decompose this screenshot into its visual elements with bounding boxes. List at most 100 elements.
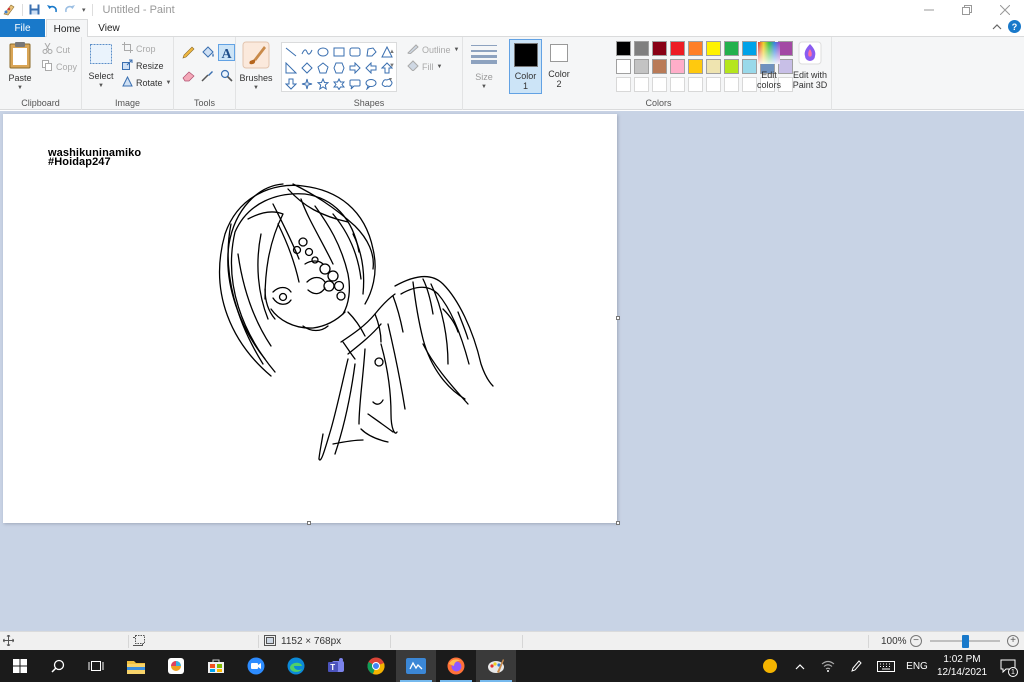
- tab-file[interactable]: File: [0, 19, 45, 37]
- language-indicator[interactable]: ENG: [902, 661, 932, 672]
- minimize-button[interactable]: [910, 0, 948, 19]
- palette-swatch[interactable]: [670, 41, 685, 56]
- custom-color-slot[interactable]: [670, 77, 685, 92]
- magnifier-icon[interactable]: [218, 67, 235, 84]
- palette-swatch[interactable]: [652, 41, 667, 56]
- custom-color-slot[interactable]: [724, 77, 739, 92]
- restore-button[interactable]: [948, 0, 986, 19]
- color-picker-icon[interactable]: [199, 67, 216, 84]
- notifications-button[interactable]: 1: [992, 659, 1024, 677]
- edit-colors-button[interactable]: Edit colors: [754, 41, 784, 90]
- help-icon[interactable]: ?: [1008, 20, 1021, 33]
- rotate-button[interactable]: Rotate ▼: [122, 75, 171, 89]
- taskbar-edge[interactable]: [276, 650, 316, 682]
- oval-callout-shape-icon[interactable]: [363, 76, 379, 92]
- cut-button[interactable]: Cut: [42, 42, 70, 56]
- diamond-shape-icon[interactable]: [299, 60, 315, 76]
- touch-keyboard-icon[interactable]: [870, 660, 902, 672]
- canvas-workspace[interactable]: washikuninamiko #Hoidap247: [0, 111, 1024, 631]
- drawing-canvas[interactable]: washikuninamiko #Hoidap247: [3, 114, 617, 523]
- right-triangle-shape-icon[interactable]: [283, 60, 299, 76]
- select-button[interactable]: Select ▼: [88, 43, 114, 91]
- custom-color-slot[interactable]: [634, 77, 649, 92]
- pen-icon[interactable]: [842, 659, 870, 673]
- palette-swatch[interactable]: [616, 59, 631, 74]
- pentagon-shape-icon[interactable]: [315, 60, 331, 76]
- start-button[interactable]: [0, 650, 40, 682]
- five-point-star-shape-icon[interactable]: [315, 76, 331, 92]
- left-arrow-shape-icon[interactable]: [363, 60, 379, 76]
- canvas-resize-handle-corner[interactable]: [616, 521, 620, 525]
- brushes-button[interactable]: Brushes ▼: [239, 41, 273, 93]
- six-point-star-shape-icon[interactable]: [331, 76, 347, 92]
- fill-button[interactable]: Fill ▼: [407, 60, 442, 73]
- copy-button[interactable]: Copy: [42, 60, 77, 73]
- polygon-shape-icon[interactable]: [363, 44, 379, 60]
- taskbar-teams[interactable]: T: [316, 650, 356, 682]
- taskbar-file-explorer[interactable]: [116, 650, 156, 682]
- tab-home[interactable]: Home: [46, 19, 88, 38]
- wifi-icon[interactable]: [814, 660, 842, 672]
- show-hidden-icons-chevron-icon[interactable]: [786, 663, 814, 670]
- save-icon[interactable]: [29, 4, 40, 15]
- shapes-scroll-down-icon[interactable]: ▼: [389, 59, 395, 73]
- undo-icon[interactable]: [46, 4, 58, 15]
- paint-app-icon[interactable]: [2, 3, 16, 17]
- shapes-expand-icon[interactable]: ▾: [389, 73, 395, 87]
- curve-shape-icon[interactable]: [299, 44, 315, 60]
- line-shape-icon[interactable]: [283, 44, 299, 60]
- pencil-icon[interactable]: [180, 44, 197, 61]
- custom-color-slot[interactable]: [616, 77, 631, 92]
- zoom-out-button[interactable]: −: [910, 635, 922, 647]
- text-tool-icon[interactable]: A: [218, 44, 235, 61]
- resize-button[interactable]: Resize: [122, 59, 164, 72]
- collapse-ribbon-chevron-icon[interactable]: [992, 21, 1002, 33]
- palette-swatch[interactable]: [706, 41, 721, 56]
- shapes-scroll-up-icon[interactable]: ▲: [389, 45, 395, 59]
- four-point-star-shape-icon[interactable]: [299, 76, 315, 92]
- search-button[interactable]: [38, 650, 78, 682]
- taskbar-paint[interactable]: [476, 650, 516, 682]
- palette-swatch[interactable]: [706, 59, 721, 74]
- zoom-in-button[interactable]: +: [1007, 635, 1019, 647]
- taskbar-app-notes[interactable]: [156, 650, 196, 682]
- weather-sun-icon[interactable]: [754, 658, 786, 674]
- fill-bucket-icon[interactable]: [199, 44, 216, 61]
- taskbar-firefox[interactable]: [436, 650, 476, 682]
- taskbar-chrome[interactable]: [356, 650, 396, 682]
- oval-shape-icon[interactable]: [315, 44, 331, 60]
- clock[interactable]: 1:02 PM 12/14/2021: [932, 653, 992, 679]
- size-button[interactable]: Size ▼: [469, 43, 499, 92]
- palette-swatch[interactable]: [724, 59, 739, 74]
- paste-button[interactable]: Paste ▼: [6, 41, 34, 93]
- custom-color-slot[interactable]: [652, 77, 667, 92]
- taskbar-zoom[interactable]: [236, 650, 276, 682]
- palette-swatch[interactable]: [724, 41, 739, 56]
- taskbar-active-app[interactable]: [396, 650, 436, 682]
- rounded-callout-shape-icon[interactable]: [347, 76, 363, 92]
- custom-color-slot[interactable]: [706, 77, 721, 92]
- palette-swatch[interactable]: [670, 59, 685, 74]
- palette-swatch[interactable]: [616, 41, 631, 56]
- taskbar-app-store[interactable]: [196, 650, 236, 682]
- tab-view[interactable]: View: [90, 19, 128, 37]
- palette-swatch[interactable]: [634, 41, 649, 56]
- crop-button[interactable]: Crop: [122, 42, 156, 55]
- task-view-button[interactable]: [76, 650, 116, 682]
- palette-swatch[interactable]: [652, 59, 667, 74]
- edit-with-paint3d-button[interactable]: Edit with Paint 3D: [790, 41, 830, 90]
- custom-color-slot[interactable]: [688, 77, 703, 92]
- redo-icon[interactable]: [64, 4, 76, 15]
- palette-swatch[interactable]: [688, 41, 703, 56]
- eraser-icon[interactable]: [180, 67, 197, 84]
- color2-button[interactable]: Color 2: [544, 39, 574, 89]
- right-arrow-shape-icon[interactable]: [347, 60, 363, 76]
- rounded-rectangle-shape-icon[interactable]: [347, 44, 363, 60]
- palette-swatch[interactable]: [634, 59, 649, 74]
- hexagon-shape-icon[interactable]: [331, 60, 347, 76]
- shapes-scroll[interactable]: ▲ ▼ ▾: [389, 45, 395, 87]
- color1-button[interactable]: Color 1: [509, 39, 542, 94]
- down-arrow-shape-icon[interactable]: [283, 76, 299, 92]
- zoom-slider-thumb[interactable]: [962, 635, 969, 648]
- canvas-resize-handle-right[interactable]: [616, 316, 620, 320]
